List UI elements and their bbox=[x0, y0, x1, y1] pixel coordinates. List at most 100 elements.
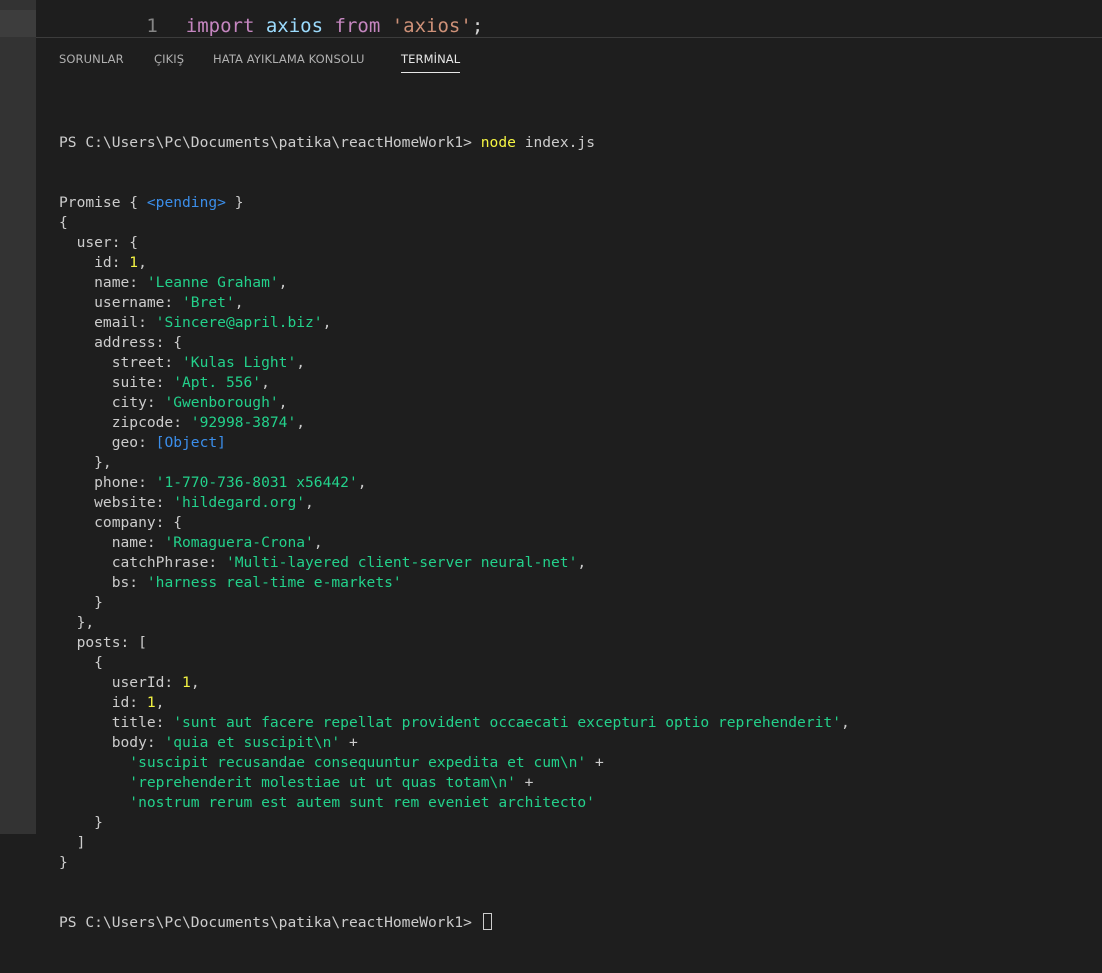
command-line: PS C:\Users\Pc\Documents\patika\reactHom… bbox=[59, 133, 1102, 153]
terminal-token: posts: [ bbox=[59, 634, 147, 651]
terminal-token: 'Multi-layered client-server neural-net' bbox=[225, 554, 578, 571]
editor-line-2[interactable]: 2 bbox=[36, 19, 186, 37]
terminal-token: '92998-3874' bbox=[190, 414, 297, 431]
terminal-token: street: bbox=[59, 354, 183, 371]
terminal-token: '1-770-736-8031 x56442' bbox=[155, 474, 358, 491]
terminal-token: body: bbox=[59, 734, 165, 751]
terminal-token: } bbox=[59, 854, 68, 871]
terminal-line: geo: [Object] bbox=[59, 433, 1102, 453]
terminal-token: , bbox=[155, 694, 165, 711]
terminal-token: zipcode: bbox=[59, 414, 191, 431]
terminal-token: , bbox=[305, 494, 314, 511]
terminal-token: username: bbox=[59, 294, 183, 311]
terminal-token: city: bbox=[59, 394, 165, 411]
terminal-token: address: { bbox=[59, 334, 183, 351]
terminal-line: posts: [ bbox=[59, 633, 1102, 653]
terminal-line: { bbox=[59, 653, 1102, 673]
output-lines: Promise { <pending> }{ user: { id: 1, na… bbox=[59, 193, 1102, 873]
terminal-line: phone: '1-770-736-8031 x56442', bbox=[59, 473, 1102, 493]
terminal-line: username: 'Bret', bbox=[59, 293, 1102, 313]
terminal-token: name: bbox=[59, 274, 147, 291]
terminal-token: 'Apt. 556' bbox=[173, 374, 262, 391]
tab-debug-console[interactable]: HATA AYIKLAMA KONSOLU bbox=[213, 52, 364, 66]
terminal-line: 'reprehenderit molestiae ut ut quas tota… bbox=[59, 773, 1102, 793]
terminal-token: , bbox=[322, 314, 332, 331]
terminal-line: Promise { <pending> } bbox=[59, 193, 1102, 213]
semicolon: ; bbox=[471, 15, 484, 37]
terminal-token: company: { bbox=[59, 514, 183, 531]
terminal-token: 'Leanne Graham' bbox=[146, 274, 279, 291]
terminal-token: { bbox=[59, 214, 68, 231]
module-string: 'axios' bbox=[391, 15, 472, 37]
terminal-token: 1 bbox=[182, 674, 191, 691]
terminal-token: userId: bbox=[59, 674, 183, 691]
terminal-line: street: 'Kulas Light', bbox=[59, 353, 1102, 373]
terminal-line: id: 1, bbox=[59, 253, 1102, 273]
terminal-line: name: 'Leanne Graham', bbox=[59, 273, 1102, 293]
terminal-token: , bbox=[278, 274, 288, 291]
terminal-token: bs: bbox=[59, 574, 147, 591]
panel-tabs: SORUNLAR ÇIKIŞ HATA AYIKLAMA KONSOLU TER… bbox=[36, 38, 1102, 78]
terminal-line: id: 1, bbox=[59, 693, 1102, 713]
terminal-token: email: bbox=[59, 314, 156, 331]
terminal-token: 'harness real-time e-markets' bbox=[146, 574, 402, 591]
terminal-token: , bbox=[190, 674, 200, 691]
terminal-token: 1 bbox=[146, 694, 156, 711]
terminal-token: 'sunt aut facere repellat provident occa… bbox=[173, 714, 841, 731]
terminal-token: website: bbox=[59, 494, 174, 511]
terminal-token: 'suscipit recusandae consequuntur expedi… bbox=[129, 754, 587, 771]
activity-bar-highlight bbox=[0, 10, 36, 37]
terminal-line: } bbox=[59, 853, 1102, 873]
terminal-line: }, bbox=[59, 453, 1102, 473]
terminal-line: userId: 1, bbox=[59, 673, 1102, 693]
terminal-line: { bbox=[59, 213, 1102, 233]
tab-terminal[interactable]: TERMİNAL bbox=[401, 52, 461, 73]
terminal-token: , bbox=[577, 554, 587, 571]
editor-line-1[interactable]: 1 import axios from 'axios'; bbox=[36, 0, 483, 37]
terminal-line: 'nostrum rerum est autem sunt rem evenie… bbox=[59, 793, 1102, 813]
terminal-token: , bbox=[278, 394, 288, 411]
terminal-token: + bbox=[340, 734, 358, 751]
terminal-token: name: bbox=[59, 534, 165, 551]
terminal-line: city: 'Gwenborough', bbox=[59, 393, 1102, 413]
terminal-line: catchPhrase: 'Multi-layered client-serve… bbox=[59, 553, 1102, 573]
terminal-token: 'Kulas Light' bbox=[182, 354, 297, 371]
terminal-token: suite: bbox=[59, 374, 174, 391]
terminal-token: 'Romaguera-Crona' bbox=[164, 534, 314, 551]
terminal-line: 'suscipit recusandae consequuntur expedi… bbox=[59, 753, 1102, 773]
terminal-prompt: PS C:\Users\Pc\Documents\patika\reactHom… bbox=[59, 134, 472, 151]
terminal-token: id: bbox=[59, 694, 147, 711]
bottom-panel: SORUNLAR ÇIKIŞ HATA AYIKLAMA KONSOLU TER… bbox=[36, 37, 1102, 931]
terminal-token: 'nostrum rerum est autem sunt rem evenie… bbox=[129, 794, 595, 811]
terminal-token: } bbox=[59, 594, 103, 611]
terminal-token: <pending> bbox=[146, 194, 226, 211]
terminal-line: suite: 'Apt. 556', bbox=[59, 373, 1102, 393]
terminal-token: [Object] bbox=[155, 434, 226, 451]
terminal-token: 'Bret' bbox=[182, 294, 235, 311]
final-prompt-line[interactable]: PS C:\Users\Pc\Documents\patika\reactHom… bbox=[59, 913, 1102, 933]
terminal-token: { bbox=[59, 654, 103, 671]
tab-problems[interactable]: SORUNLAR bbox=[59, 52, 124, 66]
terminal-token: ] bbox=[59, 834, 86, 851]
terminal-token: , bbox=[357, 474, 367, 491]
from-keyword: from bbox=[334, 15, 381, 37]
terminal-token: 'Gwenborough' bbox=[164, 394, 279, 411]
code-editor[interactable]: 1import axios from 'axios'; 2 bbox=[36, 0, 1102, 37]
terminal-line: ] bbox=[59, 833, 1102, 853]
terminal-token: , bbox=[261, 374, 270, 391]
import-identifier: axios bbox=[265, 15, 324, 37]
terminal-line: address: { bbox=[59, 333, 1102, 353]
terminal-token: } bbox=[225, 194, 244, 211]
terminal-token: }, bbox=[59, 454, 112, 471]
terminal-line: user: { bbox=[59, 233, 1102, 253]
terminal-prompt: PS C:\Users\Pc\Documents\patika\reactHom… bbox=[59, 914, 472, 931]
command-args: index.js bbox=[524, 134, 595, 151]
terminal-token: phone: bbox=[59, 474, 156, 491]
terminal-token: 1 bbox=[129, 254, 139, 271]
terminal-token: } bbox=[59, 814, 103, 831]
terminal-output[interactable]: PS C:\Users\Pc\Documents\patika\reactHom… bbox=[59, 93, 1102, 931]
tab-output[interactable]: ÇIKIŞ bbox=[154, 52, 184, 66]
terminal-token: title: bbox=[59, 714, 174, 731]
terminal-token: catchPhrase: bbox=[59, 554, 226, 571]
